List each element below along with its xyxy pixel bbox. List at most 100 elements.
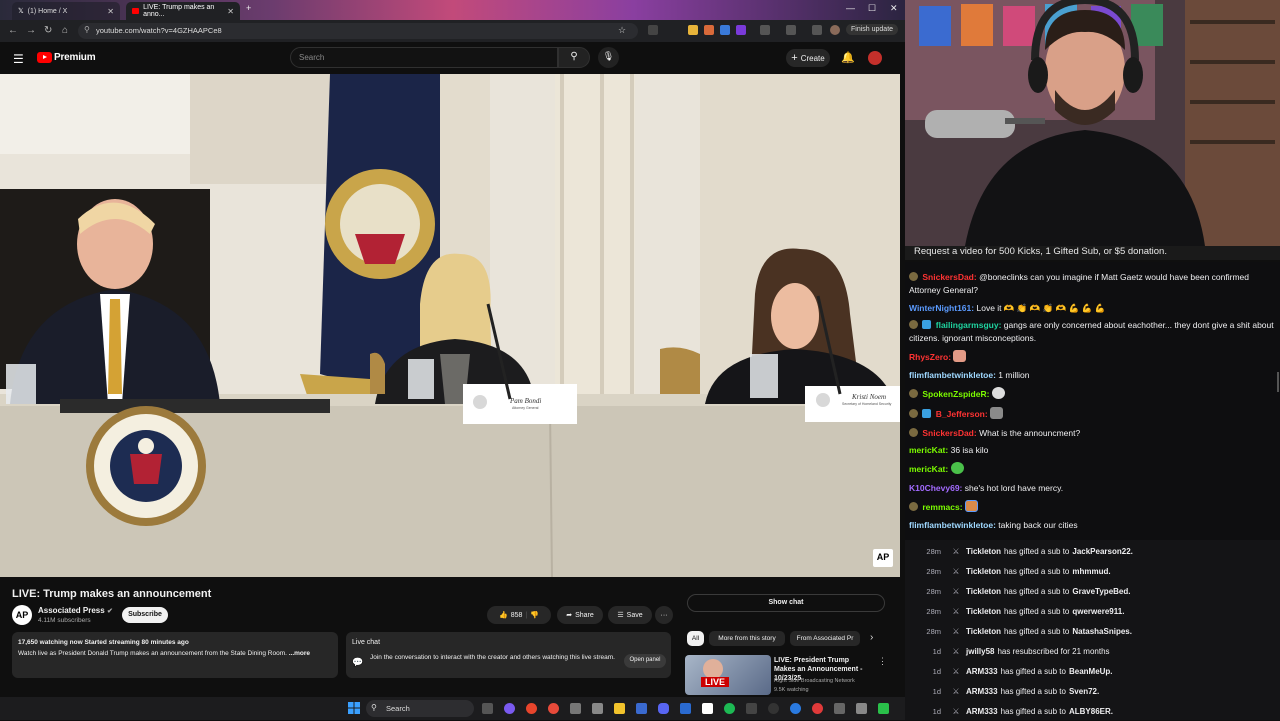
voice-search-button[interactable]: 🎙 [598,47,619,68]
event-user[interactable]: ARM333 [966,687,998,696]
open-panel-button[interactable]: Open panel [624,654,666,668]
app-icon[interactable] [834,703,845,714]
event-user[interactable]: Tickleton [966,567,1001,576]
create-button[interactable]: + Create [786,49,830,67]
close-tab-icon[interactable]: ✕ [107,7,114,16]
channel-name[interactable]: Associated Press ✔ [38,606,113,615]
search-input[interactable]: Search [290,47,558,68]
event-user[interactable]: ARM333 [966,707,998,716]
downloads-icon[interactable] [812,25,822,35]
event-recipient[interactable]: JackPearson22. [1072,547,1133,556]
thumbs-down-icon[interactable]: 👎 [530,611,539,619]
taskbar-search-box[interactable]: Search [366,700,474,717]
tab-x-home[interactable]: 𝕏 (1) Home / X ✕ [12,2,120,20]
cast-icon[interactable] [648,25,658,35]
event-recipient[interactable]: GraveTypeBed. [1072,587,1130,596]
reload-icon[interactable]: ↻ [44,25,52,36]
recommendation-channel[interactable]: Right Side Broadcasting Network [774,678,855,684]
youtube-logo-icon[interactable] [37,52,52,63]
event-user[interactable]: Tickleton [966,547,1001,556]
app-icon[interactable] [768,703,779,714]
chip-from-associated-press[interactable]: From Associated Pr [790,631,860,646]
chat-username[interactable]: remmacs: [922,502,962,512]
chat-username[interactable]: mericKat: [909,464,948,474]
sidebar-icon[interactable] [786,25,796,35]
extension-icon[interactable] [688,25,698,35]
event-recipient[interactable]: ALBY86ER. [1069,707,1113,716]
chat-username[interactable]: SnickersDad: [922,272,976,282]
task-view-icon[interactable] [482,703,493,714]
event-user[interactable]: Tickleton [966,607,1001,616]
like-count[interactable]: 858 [511,612,523,619]
tab-youtube[interactable]: LIVE: Trump makes an anno... ✕ [126,2,240,20]
finish-update-button[interactable]: Finish update [846,24,899,35]
youtube-premium-logo[interactable]: Premium [54,52,96,63]
event-recipient[interactable]: mhmmud. [1072,567,1110,576]
more-actions-button[interactable]: ··· [655,606,673,624]
file-explorer-icon[interactable] [614,703,625,714]
extensions-puzzle-icon[interactable] [760,25,770,35]
chips-next-icon[interactable]: › [870,632,873,643]
save-button[interactable]: ☰ Save [608,606,652,624]
close-tab-icon[interactable]: ✕ [227,7,234,16]
chat-username[interactable]: mericKat: [909,445,948,455]
chrome-profile-icon[interactable] [548,703,559,714]
extension-icon[interactable] [736,25,746,35]
profile-avatar[interactable] [830,25,840,35]
app-icon[interactable] [812,703,823,714]
chat-username[interactable]: RhysZero: [909,352,951,362]
notifications-bell-icon[interactable]: 🔔 [841,51,855,64]
menu-hamburger-icon[interactable]: ☰ [13,52,24,66]
forward-icon[interactable]: → [26,25,36,36]
search-button[interactable]: ⚲ [558,47,590,68]
obs-icon[interactable] [702,703,713,714]
url-bar[interactable]: ⚲ youtube.com/watch?v=4GZHAAPCe8 ☆ [78,23,638,39]
show-chat-button[interactable]: Show chat [687,594,885,612]
app-icon[interactable] [790,703,801,714]
description-box[interactable]: 17,650 watching now Started streaming 80… [12,632,338,678]
chip-all[interactable]: All [687,631,704,646]
chat-username[interactable]: WinterNight161: [909,303,974,313]
app-icon[interactable] [570,703,581,714]
video-player[interactable]: Pam Bondi Attorney General Kristi Noem S… [0,74,900,577]
chip-more-from-story[interactable]: More from this story [709,631,785,646]
windows-start-icon[interactable] [348,702,360,714]
copilot-icon[interactable] [504,703,515,714]
chat-username[interactable]: B_Jefferson: [936,409,988,419]
app-icon[interactable] [878,703,889,714]
chat-username[interactable]: SnickersDad: [922,428,976,438]
app-icon[interactable] [856,703,867,714]
event-user[interactable]: Tickleton [966,627,1001,636]
description-more-link[interactable]: ...more [289,650,310,657]
recommendation-thumbnail[interactable]: LIVE [685,655,771,695]
back-icon[interactable]: ← [8,25,18,36]
home-icon[interactable]: ⌂ [62,25,68,36]
subscribe-button[interactable]: Subscribe [122,607,168,623]
app-icon[interactable] [636,703,647,714]
event-recipient[interactable]: NatashaSnipes. [1072,627,1132,636]
recommendation-menu-icon[interactable]: ⋮ [878,656,887,667]
thumbs-up-icon[interactable]: 👍 [499,611,508,619]
chat-username[interactable]: K10Chevy69: [909,483,962,493]
event-user[interactable]: ARM333 [966,667,998,676]
chat-scrollbar[interactable] [1277,372,1279,392]
extension-icon[interactable] [720,25,730,35]
new-tab-icon[interactable]: + [246,3,251,13]
app-icon[interactable] [592,703,603,714]
bookmark-star-icon[interactable]: ☆ [618,25,626,36]
chat-username[interactable]: flimflambetwinkletoe: [909,520,996,530]
account-avatar[interactable] [868,51,882,65]
event-recipient[interactable]: qwerwere911. [1072,607,1124,616]
event-recipient[interactable]: BeanMeUp. [1069,667,1113,676]
minimize-icon[interactable]: — [846,3,855,13]
chat-username[interactable]: SpokenZspideR: [922,389,989,399]
share-button[interactable]: ➦ Share [557,606,603,624]
app-icon[interactable] [680,703,691,714]
spotify-icon[interactable] [724,703,735,714]
channel-avatar[interactable]: AP [12,605,32,625]
app-icon[interactable] [746,703,757,714]
discord-icon[interactable] [658,703,669,714]
chrome-icon[interactable] [526,703,537,714]
event-recipient[interactable]: Sven72. [1069,687,1099,696]
close-window-icon[interactable]: ✕ [890,3,898,14]
